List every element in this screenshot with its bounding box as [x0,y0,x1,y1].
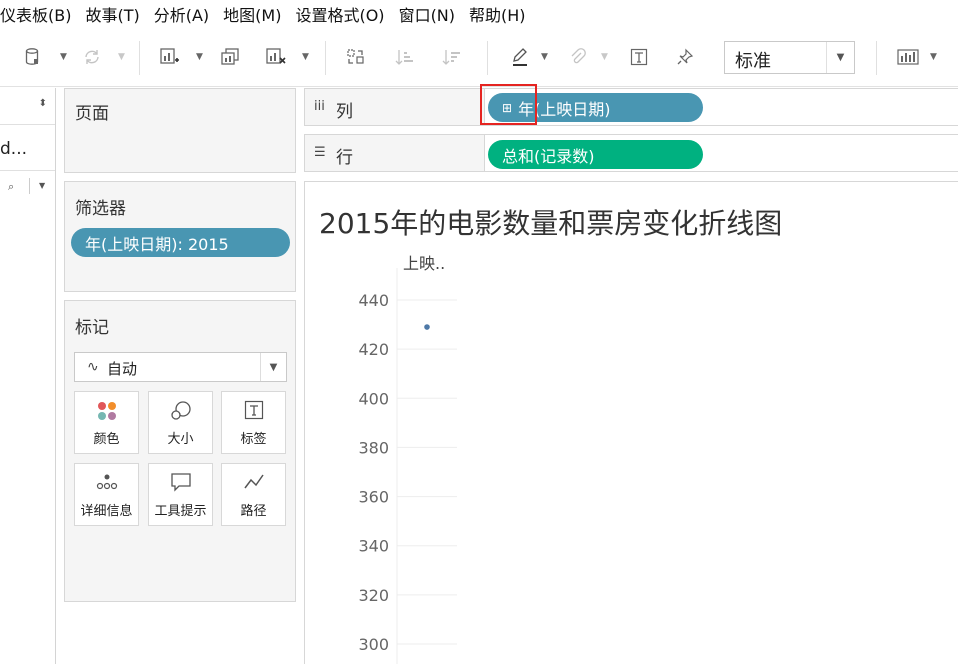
y-tick-label: 300 [358,635,389,654]
data-point[interactable] [424,324,430,330]
size-label: 大小 [167,432,194,447]
rows-pill-count[interactable]: 总和(记录数) [488,140,703,169]
menu-story[interactable]: 故事(T) [85,2,139,26]
new-worksheet-icon[interactable] [158,45,182,69]
datasource-caret-icon[interactable]: ▼ [60,52,67,62]
menu-bar: 仪表板(B) 故事(T) 分析(A) 地图(M) 设置格式(O) 窗口(N) 帮… [0,0,958,27]
y-tick-label: 400 [358,389,389,408]
text-icon[interactable] [627,45,651,69]
show-me-caret-icon[interactable]: ▼ [930,52,937,62]
mark-type-dropdown[interactable]: ∿ 自动 ▼ [74,352,287,382]
rows-shelf[interactable]: ☰ 行 总和(记录数) [304,134,958,172]
worksheet-view: 2015年的电影数量和票房变化折线图 上映.. 440 420 400 380 360 3… [304,181,958,664]
filter-pill-year[interactable]: 年(上映日期): 2015 [71,228,290,257]
detail-button[interactable]: 详细信息 [74,463,139,526]
size-button[interactable]: 大小 [148,391,213,454]
data-pane-header: ⬍ [0,88,55,125]
sort-icon[interactable]: ⬍ [39,98,47,109]
tooltip-label: 工具提示 [154,504,207,519]
menu-dashboard[interactable]: 仪表板(B) [0,2,71,26]
divider [29,178,30,194]
highlight-caret-icon[interactable]: ▼ [541,52,548,62]
path-icon [222,472,285,497]
duplicate-icon[interactable] [218,45,242,69]
filters-title: 筛选器 [75,199,126,219]
columns-shelf[interactable]: iii 列 ⊞ 年(上映日期) [304,88,958,126]
columns-dropzone[interactable]: ⊞ 年(上映日期) [484,89,958,125]
new-worksheet-caret-icon[interactable]: ▼ [196,52,203,62]
color-button[interactable]: 颜色 [74,391,139,454]
datasource-icon[interactable] [22,45,42,69]
label-icon [222,400,285,425]
clear-icon[interactable] [264,45,288,69]
toolbar-divider [876,41,877,75]
columns-icon: iii [314,99,325,114]
pages-title: 页面 [75,104,109,124]
path-button[interactable]: 路径 [221,463,286,526]
chevron-down-icon[interactable]: ▼ [826,42,854,73]
y-tick-label: 440 [358,291,389,310]
swap-icon[interactable] [344,45,368,69]
fit-dropdown[interactable]: 标准 ▼ [724,41,855,74]
chevron-down-icon[interactable]: ▼ [39,181,45,190]
pin-icon[interactable] [673,45,697,69]
path-label: 路径 [240,504,267,519]
y-tick-label: 420 [358,340,389,359]
color-label: 颜色 [93,432,120,447]
y-tick-label: 340 [358,537,389,556]
toolbar-divider [139,41,140,75]
mark-type-value: 自动 [107,360,138,378]
data-pane: ⬍ d... ⌕ ▼ [0,88,56,664]
menu-window[interactable]: 窗口(N) [399,2,455,26]
detail-label: 详细信息 [80,504,133,519]
rows-dropzone[interactable]: 总和(记录数) [484,135,958,171]
fit-value: 标准 [735,51,771,72]
highlight-box [480,84,537,125]
label-label: 标签 [240,432,267,447]
chevron-down-icon[interactable]: ▼ [260,353,286,381]
toolbar: ▼ ▼ ▼ ▼ ▼ ▼ 标准 ▼ ▼ [0,27,958,87]
toolbar-divider [325,41,326,75]
label-button[interactable]: 标签 [221,391,286,454]
line-chart: 440 420 400 380 360 340 320 300 [358,268,457,664]
search-icon[interactable]: ⌕ [8,180,14,194]
y-tick-label: 320 [358,586,389,605]
show-me-icon[interactable] [896,45,920,69]
color-icon [75,400,138,427]
menu-help[interactable]: 帮助(H) [469,2,526,26]
filters-shelf[interactable]: 筛选器 年(上映日期): 2015 [64,181,296,292]
menu-format[interactable]: 设置格式(O) [295,2,384,26]
y-tick-label: 380 [358,438,389,457]
detail-icon [75,472,138,497]
sort-asc-icon[interactable] [393,45,417,69]
y-tick-label: 360 [358,488,389,507]
marks-card: 标记 ∿ 自动 ▼ 颜色 大小 标签 详细信息 工具提示 路径 [64,300,296,602]
datasource-item[interactable]: d... [0,125,55,171]
columns-label: 列 [336,102,353,122]
clear-caret-icon[interactable]: ▼ [302,52,309,62]
refresh-caret-icon: ▼ [118,52,125,62]
toolbar-divider [487,41,488,75]
attach-caret-icon: ▼ [601,52,608,62]
tooltip-icon [149,472,212,497]
refresh-icon[interactable] [80,45,104,69]
highlight-icon[interactable] [508,45,532,69]
marks-title: 标记 [75,318,109,338]
attach-icon[interactable] [566,45,590,69]
sort-desc-icon[interactable] [440,45,464,69]
rows-label: 行 [336,148,353,168]
rows-icon: ☰ [314,145,326,160]
menu-map[interactable]: 地图(M) [223,2,281,26]
size-icon [149,400,212,427]
tooltip-button[interactable]: 工具提示 [148,463,213,526]
auto-line-icon: ∿ [87,359,99,375]
pages-shelf[interactable]: 页面 [64,88,296,173]
menu-analysis[interactable]: 分析(A) [154,2,209,26]
